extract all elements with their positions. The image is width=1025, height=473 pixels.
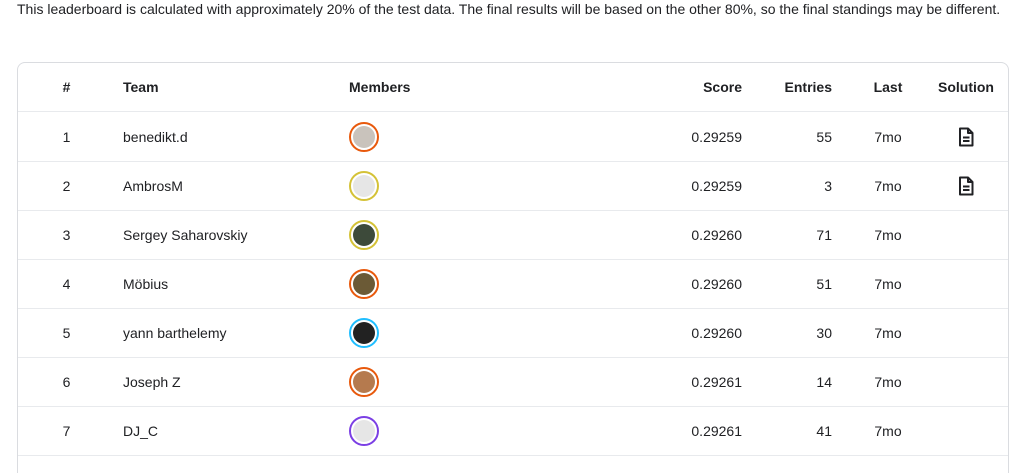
member-avatar[interactable] [349, 366, 379, 397]
leaderboard-notice: This leaderboard is calculated with appr… [17, 1, 1001, 17]
solution-cell [924, 308, 1008, 357]
team-name-link[interactable]: yann barthelemy [123, 308, 343, 357]
members-cell [349, 112, 469, 161]
members-cell [349, 161, 469, 210]
score-cell: 0.29260 [691, 226, 742, 243]
column-header-score[interactable]: Score [618, 63, 742, 111]
last-cell: 7mo [874, 177, 902, 194]
score-cell: 0.29260 [691, 324, 742, 341]
document-icon[interactable] [957, 127, 975, 147]
team-name-link[interactable]: AmbrosM [123, 161, 343, 210]
solution-cell [924, 210, 1008, 259]
avatar-image [353, 321, 375, 344]
last-cell: 7mo [874, 422, 902, 439]
table-row[interactable]: 4 Möbius 0.29260 51 7mo [18, 259, 1008, 309]
entries-cell: 41 [816, 422, 832, 439]
table-row[interactable]: 3 Sergey Saharovskiy 0.29260 71 7mo [18, 210, 1008, 260]
member-avatar[interactable] [349, 121, 379, 152]
table-header: # Team Members Score Entries Last Soluti… [18, 63, 1008, 112]
team-name-link[interactable]: Sergey Saharovskiy [123, 210, 343, 259]
score-cell: 0.29259 [691, 128, 742, 145]
members-cell [349, 357, 469, 406]
leaderboard-table: # Team Members Score Entries Last Soluti… [17, 62, 1009, 473]
team-name-link[interactable]: Möbius [123, 259, 343, 308]
rank-cell: 5 [62, 324, 71, 341]
column-header-solution: Solution [938, 79, 994, 95]
rank-cell: 3 [62, 226, 71, 243]
table-row[interactable]: 6 Joseph Z 0.29261 14 7mo [18, 357, 1008, 407]
solution-cell [924, 112, 1008, 161]
solution-cell [924, 259, 1008, 308]
document-icon[interactable] [957, 176, 975, 196]
member-avatar[interactable] [349, 219, 379, 250]
table-row[interactable]: 1 benedikt.d 0.29259 55 7mo [18, 112, 1008, 162]
score-cell: 0.29259 [691, 177, 742, 194]
member-avatar[interactable] [349, 170, 379, 201]
avatar-image [353, 419, 375, 442]
entries-cell: 30 [816, 324, 832, 341]
team-name-link[interactable]: Joseph Z [123, 357, 343, 406]
score-cell: 0.29260 [691, 275, 742, 292]
members-cell [349, 406, 469, 455]
avatar-image [353, 272, 375, 295]
entries-cell: 55 [816, 128, 832, 145]
last-cell: 7mo [874, 324, 902, 341]
rank-cell: 2 [62, 177, 71, 194]
entries-cell: 51 [816, 275, 832, 292]
column-header-team[interactable]: Team [123, 63, 343, 111]
member-avatar[interactable] [349, 415, 379, 446]
table-row[interactable]: 7 DJ_C 0.29261 41 7mo [18, 406, 1008, 456]
member-avatar[interactable] [349, 317, 379, 348]
members-cell [349, 308, 469, 357]
avatar-image [353, 223, 375, 246]
last-cell: 7mo [874, 373, 902, 390]
rank-cell: 7 [62, 422, 71, 439]
score-cell: 0.29261 [691, 422, 742, 439]
solution-cell [924, 161, 1008, 210]
column-header-entries[interactable]: Entries [748, 63, 832, 111]
avatar-image [353, 174, 375, 197]
entries-cell: 71 [816, 226, 832, 243]
table-row[interactable]: 5 yann barthelemy 0.29260 30 7mo [18, 308, 1008, 358]
column-header-last[interactable]: Last [853, 63, 923, 111]
column-header-members: Members [349, 79, 411, 95]
score-cell: 0.29261 [691, 373, 742, 390]
entries-cell: 3 [824, 177, 832, 194]
entries-cell: 14 [816, 373, 832, 390]
column-header-rank[interactable]: # [18, 63, 115, 111]
solution-cell [924, 406, 1008, 455]
solution-cell [924, 357, 1008, 406]
rank-cell: 6 [62, 373, 71, 390]
avatar-image [353, 125, 375, 148]
avatar-image [353, 370, 375, 393]
members-cell [349, 210, 469, 259]
last-cell: 7mo [874, 226, 902, 243]
last-cell: 7mo [874, 275, 902, 292]
last-cell: 7mo [874, 128, 902, 145]
members-cell [349, 259, 469, 308]
team-name-link[interactable]: benedikt.d [123, 112, 343, 161]
rank-cell: 4 [62, 275, 71, 292]
member-avatar[interactable] [349, 268, 379, 299]
team-name-link[interactable]: DJ_C [123, 406, 343, 455]
table-row[interactable]: 2 AmbrosM 0.29259 3 7mo [18, 161, 1008, 211]
rank-cell: 1 [62, 128, 71, 145]
